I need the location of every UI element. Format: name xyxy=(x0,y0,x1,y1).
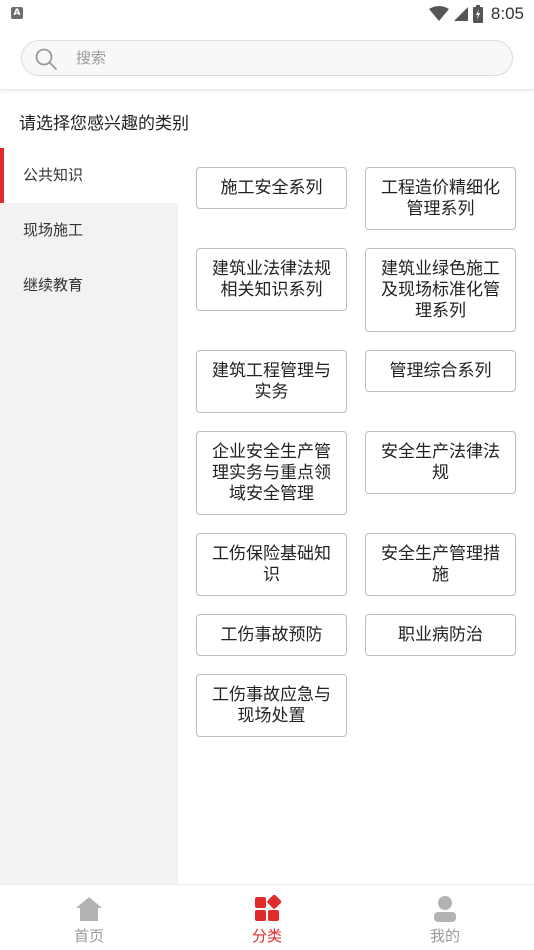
category-button[interactable]: 建筑业绿色施工及现场标准化管理系列 xyxy=(365,248,516,332)
search-bar[interactable] xyxy=(21,40,513,76)
category-icon xyxy=(255,895,282,921)
category-button[interactable]: 工伤保险基础知识 xyxy=(196,533,347,596)
category-button[interactable]: 建筑工程管理与实务 xyxy=(196,350,347,413)
signal-icon xyxy=(453,7,468,21)
search-header xyxy=(0,28,534,90)
app-notification-icon: A xyxy=(11,7,23,19)
tab-category[interactable]: 分类 xyxy=(178,885,356,950)
tab-category-label: 分类 xyxy=(251,927,282,945)
tab-home[interactable]: 首页 xyxy=(0,885,178,950)
battery-icon xyxy=(472,5,483,23)
category-button[interactable]: 建筑业法律法规相关知识系列 xyxy=(196,248,347,311)
tab-home-label: 首页 xyxy=(73,927,104,945)
status-bar: A 8:05 xyxy=(0,0,534,28)
wifi-icon xyxy=(428,6,449,21)
sidebar-item-site-construction[interactable]: 现场施工 xyxy=(0,203,178,258)
sidebar-item-continuing-education[interactable]: 继续教育 xyxy=(0,258,178,313)
category-button[interactable]: 工伤事故应急与现场处置 xyxy=(196,674,347,737)
clock: 8:05 xyxy=(490,4,524,23)
category-button[interactable]: 工程造价精细化管理系列 xyxy=(365,167,516,230)
category-button[interactable]: 安全生产法律法规 xyxy=(365,431,516,494)
user-icon xyxy=(434,896,456,922)
tab-me[interactable]: 我的 xyxy=(356,885,534,950)
bottom-tab-bar: 首页 分类 我的 xyxy=(0,884,534,950)
home-icon xyxy=(76,897,102,921)
category-grid: 施工安全系列 工程造价精细化管理系列 建筑业法律法规相关知识系列 建筑业绿色施工… xyxy=(178,148,534,884)
page-title: 请选择您感兴趣的类别 xyxy=(19,114,189,134)
tab-me-label: 我的 xyxy=(429,927,460,945)
category-button[interactable]: 企业安全生产管理实务与重点领域安全管理 xyxy=(196,431,347,515)
search-input[interactable] xyxy=(76,41,496,75)
category-button[interactable]: 安全生产管理措施 xyxy=(365,533,516,596)
status-indicators: 8:05 xyxy=(428,3,524,25)
category-button[interactable]: 管理综合系列 xyxy=(365,350,516,392)
search-icon xyxy=(35,48,57,70)
category-button[interactable]: 工伤事故预防 xyxy=(196,614,347,656)
category-sidebar: 公共知识 现场施工 继续教育 xyxy=(0,148,178,884)
category-button[interactable]: 施工安全系列 xyxy=(196,167,347,209)
sidebar-item-public-knowledge[interactable]: 公共知识 xyxy=(0,148,178,203)
category-button[interactable]: 职业病防治 xyxy=(365,614,516,656)
